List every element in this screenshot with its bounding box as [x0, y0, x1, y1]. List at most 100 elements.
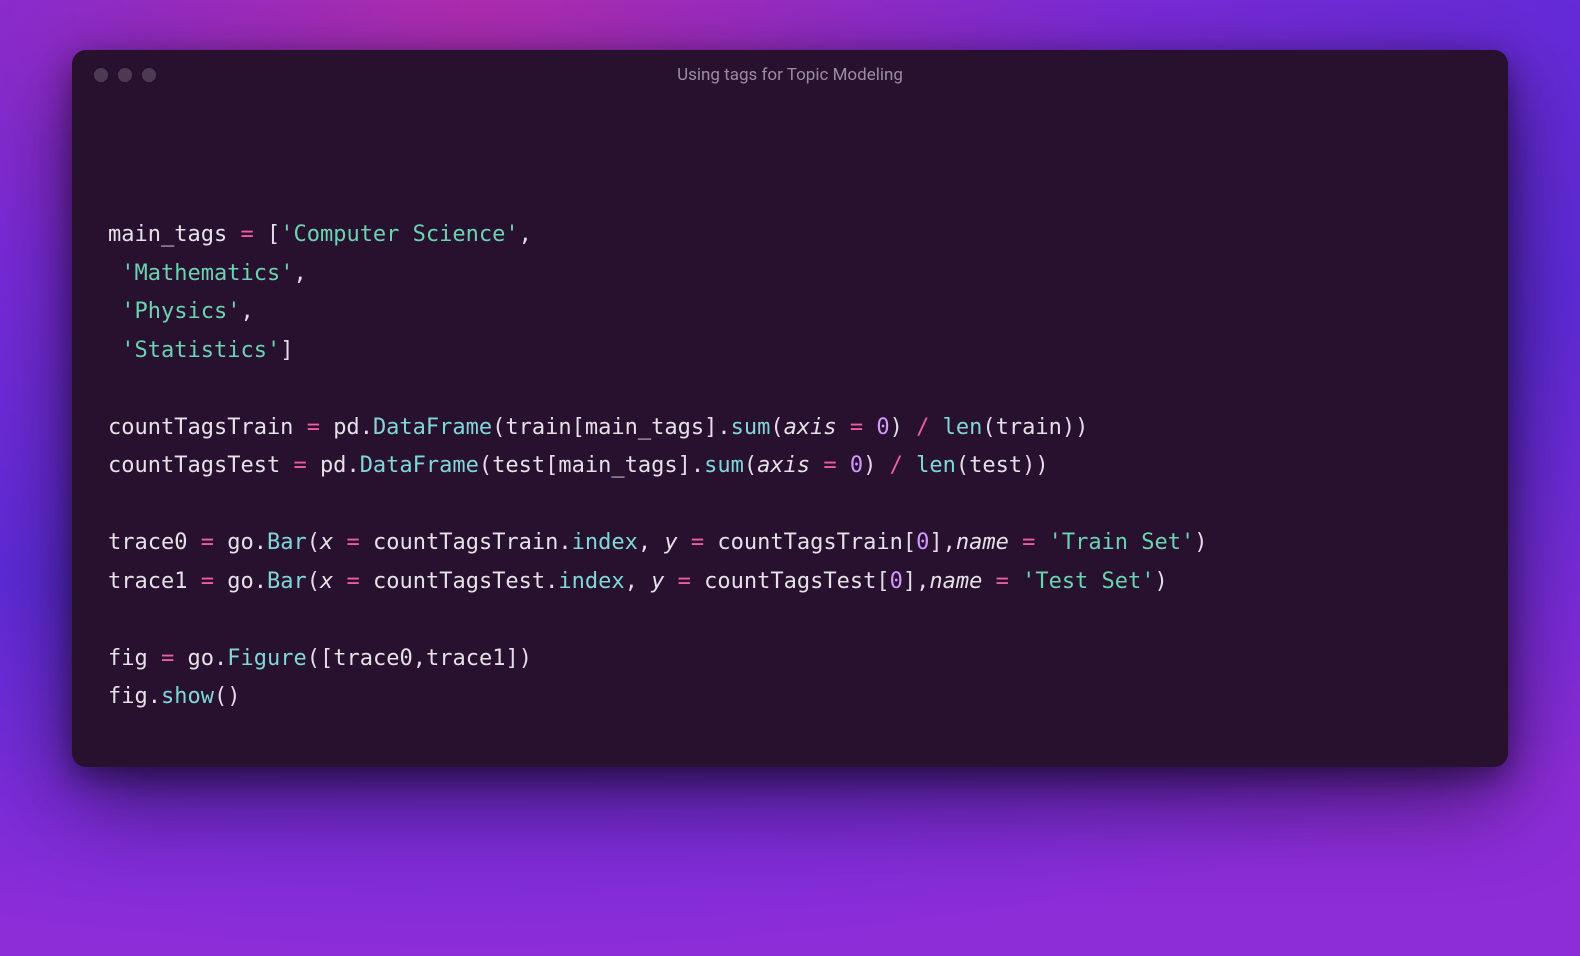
code-token: countTagsTest [704, 569, 876, 594]
code-token: go [227, 569, 254, 594]
code-token: ] [280, 338, 293, 363]
code-token: countTagsTrain [373, 530, 558, 555]
code-token: 0 [876, 415, 889, 440]
code-token: [ [876, 569, 889, 594]
code-token: ( [982, 415, 995, 440]
code-token: . [691, 453, 704, 478]
code-token: ) [863, 453, 876, 478]
code-token: 'Computer Science' [280, 222, 518, 247]
code-window: Using tags for Topic Modeling main_tags … [72, 50, 1508, 767]
code-token: 'Mathematics' [121, 261, 293, 286]
code-token: x [320, 530, 333, 555]
code-token: ] [678, 453, 691, 478]
code-token: () [214, 684, 241, 709]
code-token: . [558, 530, 571, 555]
code-token: , [943, 530, 956, 555]
code-content[interactable]: main_tags = ['Computer Science', 'Mathem… [72, 96, 1508, 767]
code-token: Bar [267, 569, 307, 594]
code-token: countTagsTest [373, 569, 545, 594]
code-token: test [969, 453, 1022, 478]
code-token: ) [890, 415, 903, 440]
code-token: ( [956, 453, 969, 478]
code-token: [ [572, 415, 585, 440]
code-token: 'Train Set' [1049, 530, 1195, 555]
code-token: ) [1155, 569, 1168, 594]
code-token: = [293, 453, 306, 478]
code-token: sum [704, 453, 744, 478]
code-token: trace1 [108, 569, 187, 594]
code-token: trace0 [108, 530, 187, 555]
code-token: train [996, 415, 1062, 440]
code-token: show [161, 684, 214, 709]
code-token: index [572, 530, 638, 555]
code-token: x [320, 569, 333, 594]
code-token: countTagsTrain [108, 415, 293, 440]
code-token: , [240, 299, 253, 324]
code-token: axis [757, 453, 810, 478]
code-token: , [413, 646, 426, 671]
code-token: go [188, 646, 215, 671]
code-token: , [638, 530, 651, 555]
code-token: [ [545, 453, 558, 478]
code-token: 0 [850, 453, 863, 478]
code-token: ] [903, 569, 916, 594]
code-token: , [625, 569, 638, 594]
code-token: 0 [916, 530, 929, 555]
code-token: ( [770, 415, 783, 440]
code-token: main_tags [558, 453, 677, 478]
code-token: = [346, 530, 359, 555]
code-token: 'Physics' [121, 299, 240, 324]
code-token: countTagsTest [108, 453, 280, 478]
code-token: 'Statistics' [121, 338, 280, 363]
code-token: . [717, 415, 730, 440]
code-token: )) [1022, 453, 1049, 478]
code-token: pd [320, 453, 347, 478]
code-token: / [916, 415, 929, 440]
code-token: len [916, 453, 956, 478]
code-token: ( [744, 453, 757, 478]
code-token: countTagsTrain [717, 530, 902, 555]
code-token: trace0 [333, 646, 412, 671]
code-token: index [558, 569, 624, 594]
code-token: len [943, 415, 983, 440]
code-token: / [890, 453, 903, 478]
code-token: [ [903, 530, 916, 555]
code-token: main_tags [585, 415, 704, 440]
window-titlebar: Using tags for Topic Modeling [72, 50, 1508, 96]
code-token: [ [267, 222, 280, 247]
code-token: = [161, 646, 174, 671]
minimize-icon[interactable] [118, 68, 132, 82]
close-icon[interactable] [94, 68, 108, 82]
code-token: main_tags [108, 222, 227, 247]
code-token: DataFrame [360, 453, 479, 478]
code-token: ([ [307, 646, 334, 671]
code-token: ( [479, 453, 492, 478]
code-token: Bar [267, 530, 307, 555]
code-token: = [850, 415, 863, 440]
code-token: fig [108, 684, 148, 709]
code-token: = [1022, 530, 1035, 555]
code-token: name [956, 530, 1009, 555]
code-token: . [254, 530, 267, 555]
code-token: y [664, 530, 677, 555]
code-token: ( [492, 415, 505, 440]
code-token: ( [307, 569, 320, 594]
code-token: . [148, 684, 161, 709]
code-token: ] [929, 530, 942, 555]
code-token: trace1 [426, 646, 505, 671]
maximize-icon[interactable] [142, 68, 156, 82]
code-token: = [307, 415, 320, 440]
code-token: = [240, 222, 253, 247]
code-token: . [214, 646, 227, 671]
code-token: fig [108, 646, 148, 671]
code-token: sum [731, 415, 771, 440]
code-token: = [823, 453, 836, 478]
code-token: 0 [890, 569, 903, 594]
code-token: = [346, 569, 359, 594]
code-token: ]) [505, 646, 532, 671]
code-token: . [254, 569, 267, 594]
code-token: Figure [227, 646, 306, 671]
code-token: DataFrame [373, 415, 492, 440]
code-token: = [691, 530, 704, 555]
code-token: , [916, 569, 929, 594]
